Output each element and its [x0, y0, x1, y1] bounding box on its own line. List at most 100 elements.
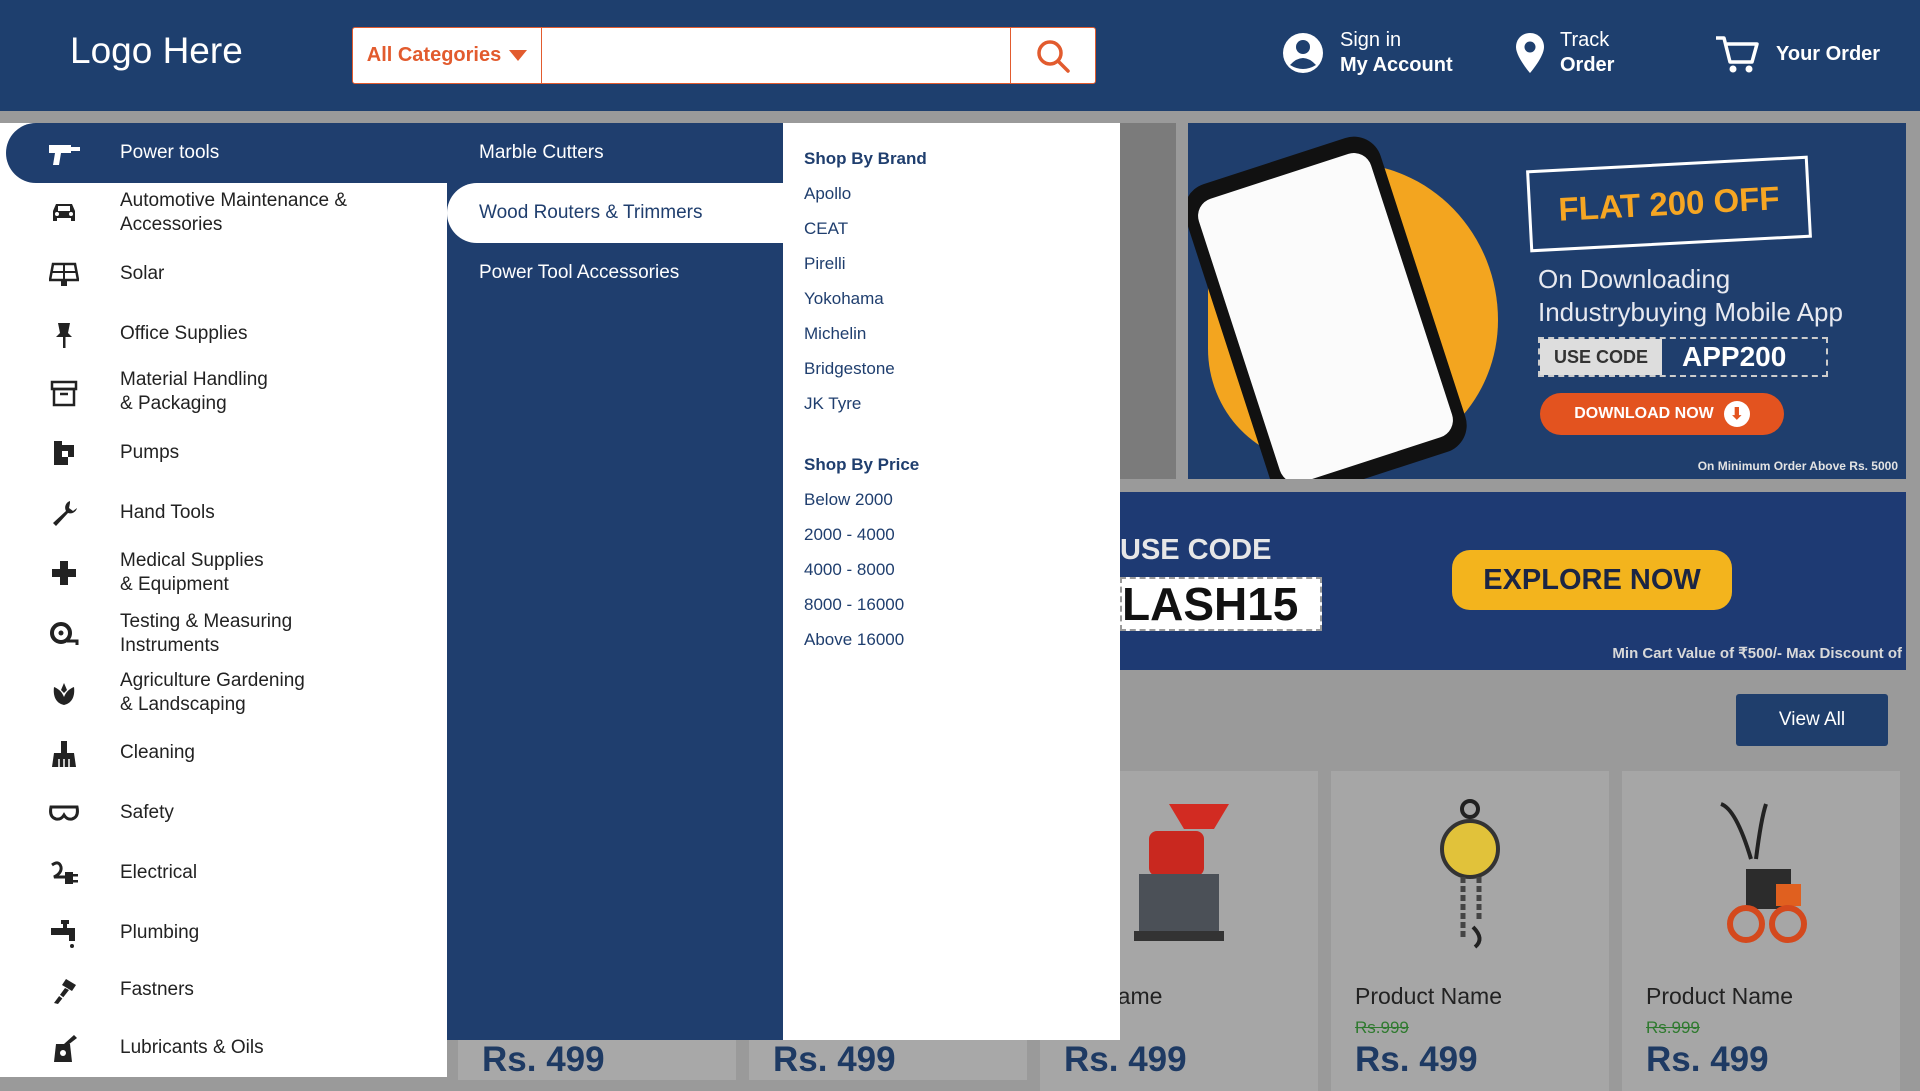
flat-offer-headline: FLAT 200 OFF [1526, 155, 1812, 253]
brand-link[interactable]: CEAT [804, 219, 848, 239]
sidebar-item-office-supplies[interactable]: Office Supplies [6, 303, 447, 363]
your-order-link[interactable]: Your Order [1714, 34, 1880, 74]
bolt-icon [46, 977, 82, 1005]
promo-text: On Downloading Industrybuying Mobile App [1538, 264, 1843, 327]
sidebar-item-electrical[interactable]: Electrical [6, 843, 447, 903]
filter-panel: Shop By Brand Apollo CEAT Pirelli Yokoha… [783, 123, 1120, 1040]
price-range-link[interactable]: Above 16000 [804, 630, 904, 650]
solar-panel-icon [46, 262, 82, 288]
sidebar-item-testing-measuring[interactable]: Testing & Measuring Instruments [6, 603, 447, 663]
brand-link[interactable]: Michelin [804, 324, 866, 344]
sign-in-label: Sign in [1340, 29, 1402, 51]
sidebar-item-medical-supplies[interactable]: Medical Supplies & Equipment [6, 543, 447, 603]
wrench-icon [46, 499, 82, 527]
sidebar-item-pumps[interactable]: Pumps [6, 423, 447, 483]
sidebar-item-plumbing[interactable]: Plumbing [6, 903, 447, 963]
faucet-icon [46, 919, 82, 949]
sidebar-item-fastners[interactable]: Fastners [6, 963, 447, 1019]
sidebar-item-agriculture[interactable]: Agriculture Gardening & Landscaping [6, 663, 447, 723]
drill-icon [46, 141, 82, 167]
product-price: Rs. 499 [1064, 1040, 1187, 1079]
brand-link[interactable]: Bridgestone [804, 359, 895, 379]
brand-link[interactable]: Apollo [804, 184, 851, 204]
search-input[interactable] [542, 28, 1010, 83]
sidebar-item-power-tools[interactable]: Power tools [6, 123, 447, 183]
tiller-image [1720, 802, 1807, 943]
subcategory-marble-cutters[interactable]: Marble Cutters [447, 123, 783, 183]
subcategory-menu: Marble Cutters Wood Routers & Trimmers P… [447, 123, 783, 1040]
brush-icon [46, 740, 82, 768]
use-code-text: USE CODE [1120, 534, 1272, 566]
product-card[interactable]: Product Name Rs.999 Rs. 499 [1622, 771, 1900, 1091]
track-order-link[interactable]: Track Order [1516, 28, 1614, 78]
your-order-label: Your Order [1776, 42, 1881, 65]
app-download-banner[interactable]: FLAT 200 OFF On Downloading Industrybuyi… [1188, 123, 1906, 479]
shop-by-price-heading: Shop By Price [804, 455, 920, 474]
sidebar-item-solar[interactable]: Solar [6, 245, 447, 303]
sidebar-item-lubricants[interactable]: Lubricants & Oils [6, 1019, 447, 1077]
goggles-icon [46, 803, 82, 823]
category-label: All Categories [366, 44, 502, 66]
all-categories-dropdown[interactable]: All Categories [353, 28, 542, 83]
product-price: Rs. 499 [773, 1040, 896, 1079]
product-mrp: Rs.999 [1355, 1018, 1409, 1037]
sidebar-item-automotive[interactable]: Automotive Maintenance & Accessories [6, 183, 447, 245]
subcategory-wood-routers[interactable]: Wood Routers & Trimmers [447, 183, 783, 243]
box-icon [46, 379, 82, 407]
my-account-label: My Account [1340, 54, 1453, 76]
price-range-link[interactable]: 8000 - 16000 [804, 595, 904, 615]
track-label: Track [1560, 29, 1610, 51]
search-button[interactable] [1010, 28, 1095, 83]
measuring-tape-icon [46, 621, 82, 647]
min-order-note: On Minimum Order Above Rs. 5000 [1697, 459, 1898, 473]
product-card[interactable]: Product Name Rs.999 Rs. 499 [1331, 771, 1609, 1091]
banner-slide-previous [1120, 123, 1176, 479]
explore-now-button[interactable]: EXPLORE NOW [1452, 550, 1732, 610]
chain-hoist-image [1440, 799, 1500, 949]
pushpin-icon [46, 321, 82, 349]
arrow-down-icon: ⬇ [1723, 401, 1750, 427]
product-name: Product Name [1355, 983, 1503, 1009]
promo-code-box: LASH15 [1120, 577, 1322, 631]
view-all-button[interactable]: View All [1736, 694, 1888, 746]
site-logo[interactable]: Logo Here [70, 30, 243, 72]
product-mrp: Rs.999 [1646, 1018, 1700, 1037]
price-range-link[interactable]: Below 2000 [804, 490, 893, 510]
search-icon [1037, 39, 1070, 73]
product-card[interactable]: Rs. 499 [749, 1040, 1027, 1080]
account-link[interactable]: Sign in My Account [1282, 28, 1453, 78]
product-price: Rs. 499 [1355, 1040, 1478, 1079]
category-menu: Power tools Automotive Maintenance & Acc… [0, 123, 447, 1077]
shop-by-brand-heading: Shop By Brand [804, 149, 927, 168]
pump-icon [46, 439, 82, 467]
caret-down-icon [509, 50, 528, 61]
plant-icon [46, 681, 82, 707]
promo-code-box: USE CODE APP200 [1538, 337, 1828, 377]
car-icon [46, 201, 82, 225]
brand-link[interactable]: Pirelli [804, 254, 846, 274]
price-range-link[interactable]: 2000 - 4000 [804, 525, 895, 545]
oil-can-icon [46, 1034, 82, 1064]
product-name: Product Name [1646, 983, 1794, 1009]
promo-code: APP200 [1682, 341, 1787, 372]
cart-icon [1716, 36, 1759, 73]
user-account-icon [1283, 33, 1323, 73]
plug-icon [46, 860, 82, 888]
sidebar-item-material-handling[interactable]: Material Handling & Packaging [6, 363, 447, 423]
brand-link[interactable]: JK Tyre [804, 394, 861, 414]
product-price: Rs. 499 [482, 1040, 605, 1079]
sidebar-item-safety[interactable]: Safety [6, 783, 447, 843]
sidebar-item-hand-tools[interactable]: Hand Tools [6, 483, 447, 543]
medical-cross-icon [46, 560, 82, 586]
sidebar-item-cleaning[interactable]: Cleaning [6, 723, 447, 783]
brand-link[interactable]: Yokohama [804, 289, 884, 309]
search-bar: All Categories [352, 27, 1096, 84]
grinder-machine-image [1134, 804, 1229, 941]
download-now-button[interactable]: DOWNLOAD NOW ⬇ [1540, 393, 1784, 435]
subcategory-power-tool-accessories[interactable]: Power Tool Accessories [447, 243, 783, 303]
location-pin-icon [1516, 33, 1544, 73]
promo-code-banner[interactable]: USE CODE LASH15 EXPLORE NOW Min Cart Val… [1120, 492, 1906, 670]
price-range-link[interactable]: 4000 - 8000 [804, 560, 895, 580]
product-card[interactable]: Rs. 499 [458, 1040, 736, 1080]
order-label: Order [1560, 54, 1615, 76]
